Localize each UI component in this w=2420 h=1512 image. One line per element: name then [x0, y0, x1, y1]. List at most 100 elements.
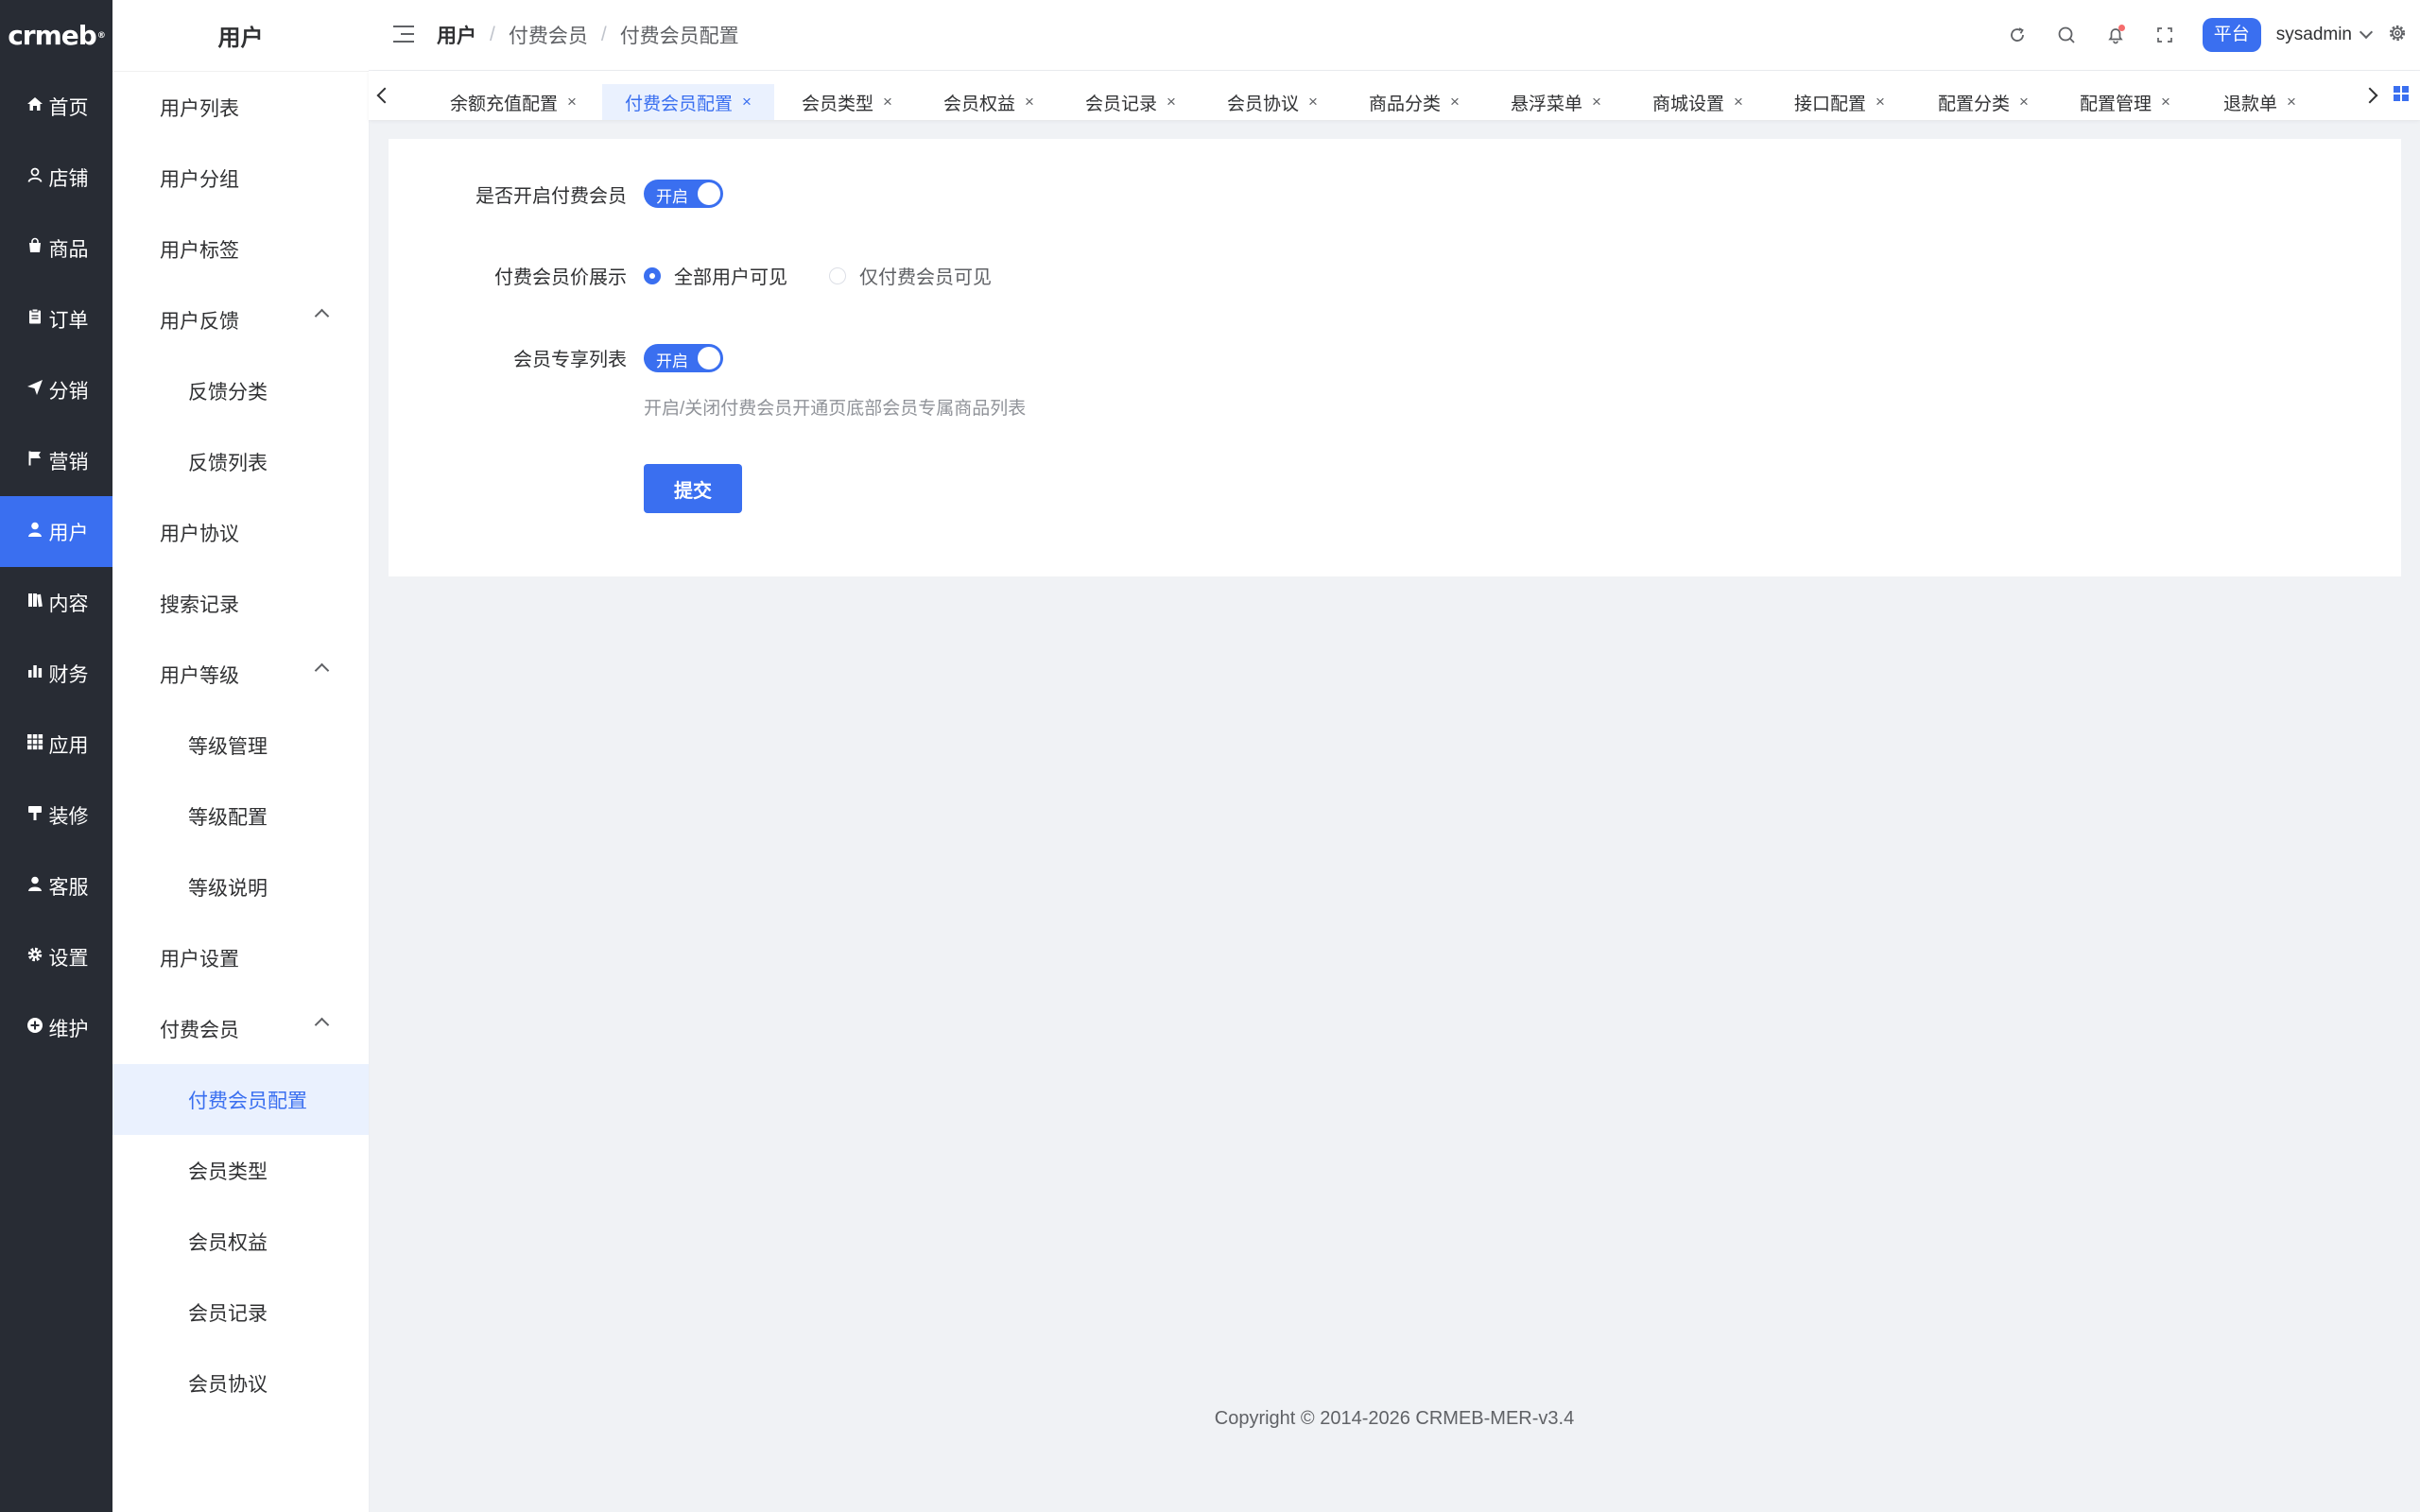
close-icon[interactable]: ×	[2161, 93, 2170, 112]
nav-item-shop[interactable]: 店铺	[0, 142, 112, 213]
close-icon[interactable]: ×	[1734, 93, 1743, 112]
fullscreen-icon[interactable]	[2140, 0, 2189, 70]
paint-icon	[25, 804, 45, 826]
tab-paid-member-config[interactable]: 付费会员配置 ×	[602, 84, 774, 120]
submenu-item-level-manage[interactable]: 等级管理	[112, 710, 369, 781]
submenu-item-member-agreement[interactable]: 会员协议	[112, 1348, 369, 1418]
submenu-label: 付费会员	[160, 1019, 239, 1041]
close-icon[interactable]: ×	[1308, 93, 1318, 112]
submenu-label: 等级管理	[188, 735, 268, 758]
user-menu[interactable]: sysadmin	[2276, 25, 2374, 45]
tab-label: 付费会员配置	[625, 94, 734, 114]
radio-paid-members-only[interactable]: 仅付费会员可见	[829, 262, 992, 289]
submenu-title: 用户	[112, 0, 369, 72]
tab-member-agreement[interactable]: 会员协议 ×	[1227, 84, 1318, 120]
nav-item-apps[interactable]: 应用	[0, 709, 112, 780]
submenu-item-user-group[interactable]: 用户分组	[112, 143, 369, 214]
submenu-label: 等级配置	[188, 806, 268, 829]
exclusive-list-switch[interactable]: 开启	[644, 344, 723, 372]
collapse-menu-icon[interactable]	[393, 26, 414, 43]
tab-label: 会员类型	[802, 94, 874, 114]
submenu-item-user-tag[interactable]: 用户标签	[112, 214, 369, 284]
tab-balance-recharge[interactable]: 余额充值配置 ×	[450, 84, 577, 120]
submit-button[interactable]: 提交	[644, 464, 742, 513]
radio-all-users-visible[interactable]: 全部用户可见	[644, 262, 787, 289]
submenu-label: 用户设置	[160, 948, 239, 971]
bell-icon[interactable]	[2091, 0, 2140, 70]
submenu-item-user-settings[interactable]: 用户设置	[112, 922, 369, 993]
close-icon[interactable]: ×	[1876, 93, 1885, 112]
chevron-down-icon	[2359, 25, 2374, 40]
tab-member-records[interactable]: 会员记录 ×	[1085, 84, 1176, 120]
exclusive-list-hint: 开启/关闭付费会员开通页底部会员专属商品列表	[644, 399, 1027, 419]
nav-item-service[interactable]: 客服	[0, 850, 112, 921]
close-icon[interactable]: ×	[742, 93, 752, 112]
logo-registered-mark: ®	[96, 30, 106, 41]
submenu-item-member-records[interactable]: 会员记录	[112, 1277, 369, 1348]
close-icon[interactable]: ×	[567, 93, 577, 112]
close-icon[interactable]: ×	[1592, 93, 1601, 112]
enable-member-switch[interactable]: 开启	[644, 180, 723, 208]
submenu-item-user-feedback[interactable]: 用户反馈	[112, 284, 369, 355]
submenu-label: 反馈分类	[188, 381, 268, 404]
gear-icon[interactable]	[2388, 24, 2407, 47]
submenu-item-level-config[interactable]: 等级配置	[112, 781, 369, 851]
nav-item-finance[interactable]: 财务	[0, 638, 112, 709]
nav-item-distribution[interactable]: 分销	[0, 354, 112, 425]
tab-product-category[interactable]: 商品分类 ×	[1369, 84, 1460, 120]
tabs-scroll-right-icon[interactable]	[2354, 71, 2386, 120]
tab-refund[interactable]: 退款单 ×	[2223, 84, 2296, 120]
tabs-bar: 余额充值配置 × 付费会员配置 × 会员类型 × 会员权益 × 会员记录 × 会员协议 × …	[369, 71, 2420, 120]
tab-config-manage[interactable]: 配置管理 ×	[2080, 84, 2170, 120]
nav-item-content[interactable]: 内容	[0, 567, 112, 638]
tab-config-category[interactable]: 配置分类 ×	[1938, 84, 2029, 120]
nav-item-settings[interactable]: 设置	[0, 921, 112, 992]
close-icon[interactable]: ×	[2287, 93, 2296, 112]
submenu-item-paid-member[interactable]: 付费会员	[112, 993, 369, 1064]
chevron-up-icon	[314, 1017, 330, 1033]
refresh-icon[interactable]	[1993, 0, 2042, 70]
submenu-item-user-level[interactable]: 用户等级	[112, 639, 369, 710]
user-icon	[25, 521, 45, 542]
submenu-item-paid-member-config[interactable]: 付费会员配置	[112, 1064, 369, 1135]
submenu-label: 用户反馈	[160, 310, 239, 333]
close-icon[interactable]: ×	[883, 93, 892, 112]
close-icon[interactable]: ×	[1025, 93, 1034, 112]
submenu-label: 会员权益	[188, 1231, 268, 1254]
bar-chart-icon	[25, 662, 45, 684]
tabs-scroll-left-icon[interactable]	[369, 71, 401, 120]
submenu-item-search-records[interactable]: 搜索记录	[112, 568, 369, 639]
switch-text: 开启	[656, 188, 688, 206]
submenu-item-user-list[interactable]: 用户列表	[112, 72, 369, 143]
breadcrumb-item[interactable]: 付费会员	[509, 21, 588, 49]
nav-label: 店铺	[48, 167, 89, 190]
platform-button[interactable]: 平台	[2202, 18, 2261, 52]
tab-member-rights[interactable]: 会员权益 ×	[943, 84, 1034, 120]
close-icon[interactable]: ×	[2019, 93, 2029, 112]
close-icon[interactable]: ×	[1450, 93, 1460, 112]
crmeb-logo[interactable]: crmeb ®	[0, 0, 112, 71]
submenu-item-level-desc[interactable]: 等级说明	[112, 851, 369, 922]
search-icon[interactable]	[2042, 0, 2091, 70]
nav-item-maintenance[interactable]: 维护	[0, 992, 112, 1063]
tab-mall-settings[interactable]: 商城设置 ×	[1652, 84, 1743, 120]
tab-member-type[interactable]: 会员类型 ×	[802, 84, 892, 120]
nav-item-decoration[interactable]: 装修	[0, 780, 112, 850]
nav-item-products[interactable]: 商品	[0, 213, 112, 284]
tab-label: 商城设置	[1652, 94, 1725, 114]
submenu-item-member-type[interactable]: 会员类型	[112, 1135, 369, 1206]
tab-floating-menu[interactable]: 悬浮菜单 ×	[1511, 84, 1601, 120]
nav-item-home[interactable]: 首页	[0, 71, 112, 142]
nav-item-marketing[interactable]: 营销	[0, 425, 112, 496]
submenu-label: 会员协议	[188, 1373, 268, 1396]
nav-item-orders[interactable]: 订单	[0, 284, 112, 354]
nav-item-users[interactable]: 用户	[0, 496, 112, 567]
submenu-item-user-agreement[interactable]: 用户协议	[112, 497, 369, 568]
tab-api-config[interactable]: 接口配置 ×	[1794, 84, 1885, 120]
submenu-item-feedback-list[interactable]: 反馈列表	[112, 426, 369, 497]
tabs-menu-grid-icon[interactable]	[2394, 86, 2409, 101]
close-icon[interactable]: ×	[1167, 93, 1176, 112]
submenu-item-member-rights[interactable]: 会员权益	[112, 1206, 369, 1277]
submenu-item-feedback-category[interactable]: 反馈分类	[112, 355, 369, 426]
breadcrumb-item[interactable]: 用户	[437, 21, 476, 49]
